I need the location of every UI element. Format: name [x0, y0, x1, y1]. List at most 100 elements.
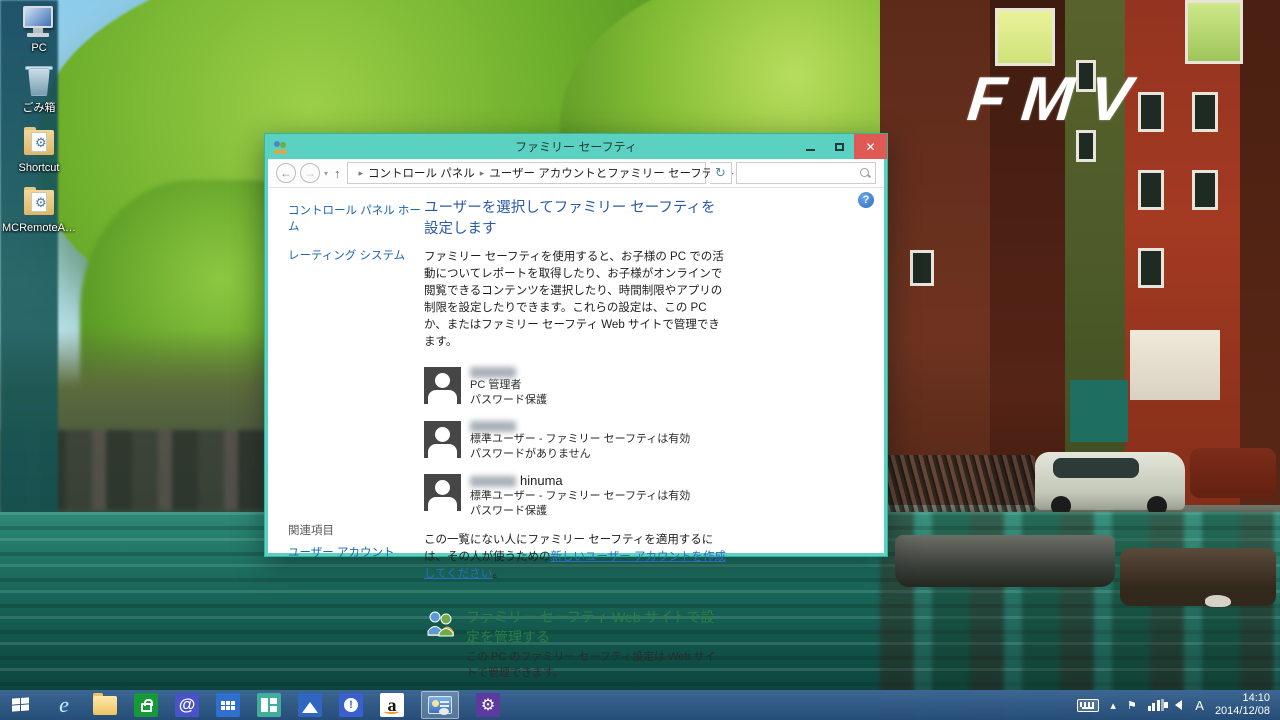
main-pane: ユーザーを選択してファミリー セーフティを設定します ファミリー セーフティを使… [424, 196, 726, 681]
user-name [470, 367, 547, 378]
amazon-icon[interactable]: a [380, 693, 404, 717]
history-dropdown-icon[interactable]: ▾ [324, 169, 328, 178]
clock[interactable]: 14:10 2014/12/08 [1215, 692, 1270, 718]
layout-icon[interactable] [257, 693, 281, 717]
house-window [1192, 92, 1218, 132]
user-password-status: パスワードがありません [470, 447, 690, 462]
windows-logo-icon [12, 697, 29, 712]
user-role: 標準ユーザー - ファミリー セーフティは有効 [470, 489, 690, 504]
window-content: ? コントロール パネル ホーム レーティング システム 関連項目 ユーザー ア… [268, 188, 884, 553]
recycle-bin-icon [19, 66, 59, 100]
clock-time: 14:10 [1215, 692, 1270, 705]
show-hidden-icons[interactable]: ▴ [1110, 699, 1116, 712]
desktop-icon-label: MCRemoteAcc... [2, 222, 76, 234]
intro-text: ファミリー セーフティを使用すると、お子様の PC での活動についてレポートを取… [424, 249, 726, 351]
car-window [1053, 458, 1139, 478]
sidebar-item-rating-system[interactable]: レーティング システム [288, 247, 423, 263]
refresh-button[interactable]: ↻ [710, 162, 732, 184]
breadcrumb-item-user-accounts[interactable]: ユーザー アカウントとファミリー セーフティ [487, 165, 726, 181]
pc-icon [19, 6, 59, 40]
search-icon[interactable] [860, 168, 870, 178]
desktop-icon-shortcut[interactable]: ⚙ Shortcut [2, 126, 76, 174]
window-controls: ✕ [796, 134, 887, 159]
website-task-heading[interactable]: ファミリー セーフティ Web サイトで設定を管理する [466, 607, 726, 647]
mail-icon[interactable]: @ [175, 693, 199, 717]
related-items-header: 関連項目 [288, 522, 394, 538]
user-role: 標準ユーザー - ファミリー セーフティは有効 [470, 432, 690, 447]
desktop-icon-label: ごみ箱 [2, 102, 76, 114]
network-icon[interactable] [1148, 699, 1165, 711]
touch-keyboard-icon[interactable] [1077, 699, 1099, 712]
window-titlebar[interactable]: ファミリー セーフティ ✕ [265, 134, 887, 159]
blurred-name [470, 367, 516, 378]
desktop-icon-recycle-bin[interactable]: ごみ箱 [2, 66, 76, 114]
taskbar: e @ ! a ⚙ ▴ ⚑ A 14:10 2014/12/08 [0, 690, 1280, 720]
house-window [1192, 170, 1218, 210]
minimize-button[interactable] [796, 134, 825, 159]
white-car [1035, 452, 1185, 510]
navigation-bar: ← → ▾ ↑ ▸ コントロール パネル ▸ ユーザー アカウントとファミリー … [268, 159, 884, 188]
internet-explorer-icon[interactable]: e [52, 693, 76, 717]
user-accounts-icon [428, 696, 452, 714]
folder-icon: ⚙ [19, 126, 59, 160]
manage-on-website-task[interactable]: ファミリー セーフティ Web サイトで設定を管理する この PC のファミリー… [424, 607, 726, 681]
user-password-status: パスワード保護 [470, 393, 547, 408]
search-input[interactable] [742, 167, 860, 179]
breadcrumb-separator: ▸ [356, 168, 367, 179]
user-row-standard[interactable]: 標準ユーザー - ファミリー セーフティは有効 パスワードがありません [424, 421, 726, 462]
user-row-admin[interactable]: PC 管理者 パスワード保護 [424, 367, 726, 408]
moored-boat [895, 535, 1115, 587]
user-row-hinuma[interactable]: hinuma 標準ユーザー - ファミリー セーフティは有効 パスワード保護 [424, 474, 726, 519]
sidebar-item-control-panel-home[interactable]: コントロール パネル ホーム [288, 202, 423, 234]
fmv-logo: FMV [964, 64, 1150, 135]
back-button[interactable]: ← [276, 163, 296, 183]
breadcrumb[interactable]: ▸ コントロール パネル ▸ ユーザー アカウントとファミリー セーフティ ▸ … [347, 162, 706, 184]
parked-bicycles [885, 455, 1035, 513]
desktop: FMV PC ごみ箱 ⚙ Shortcut ⚙ MCRemoteAcc... フ… [0, 0, 1280, 720]
store-icon[interactable] [134, 693, 158, 717]
clock-date: 2014/12/08 [1215, 705, 1270, 718]
forward-button[interactable]: → [300, 163, 320, 183]
touch-guide-icon[interactable]: ! [339, 693, 363, 717]
sidebar-item-user-accounts[interactable]: ユーザー アカウント [288, 544, 394, 560]
user-avatar-icon [424, 421, 461, 458]
action-center-flag-icon[interactable]: ⚑ [1127, 699, 1137, 712]
up-button[interactable]: ↑ [334, 166, 341, 181]
family-safety-taskbar-button[interactable] [421, 691, 459, 719]
desktop-icon-pc[interactable]: PC [2, 6, 76, 54]
desktop-icon-label: Shortcut [2, 162, 76, 174]
start-button[interactable] [0, 690, 40, 720]
related-items: 関連項目 ユーザー アカウント [288, 522, 394, 573]
house-window [910, 250, 934, 286]
user-password-status: パスワード保護 [470, 504, 690, 519]
user-avatar-icon [424, 367, 461, 404]
taskbar-pinned-icons: e @ ! a ⚙ [52, 691, 500, 719]
user-name: hinuma [470, 474, 690, 489]
close-button[interactable]: ✕ [854, 134, 887, 159]
blurred-name [470, 421, 516, 432]
breadcrumb-item-control-panel[interactable]: コントロール パネル [366, 165, 477, 181]
user-role: PC 管理者 [470, 378, 547, 393]
maximize-button[interactable] [825, 134, 854, 159]
sidebar: コントロール パネル ホーム レーティング システム 関連項目 ユーザー アカウ… [288, 202, 423, 548]
house-window [995, 8, 1055, 66]
user-name [470, 421, 690, 432]
settings-icon[interactable]: ⚙ [476, 693, 500, 717]
photos-icon[interactable] [298, 693, 322, 717]
house-window [1138, 248, 1164, 288]
help-icon[interactable]: ? [858, 192, 874, 208]
house-window [1185, 0, 1243, 64]
family-safety-window: ファミリー セーフティ ✕ ← → ▾ ↑ ▸ コントロール パネル [264, 133, 888, 557]
desktop-icon-mcremoteacc[interactable]: ⚙ MCRemoteAcc... [2, 186, 76, 234]
search-box[interactable] [736, 162, 876, 184]
create-account-note: この一覧にない人にファミリー セーフティを適用するには、その人が使うための新しい… [424, 532, 726, 583]
desktop-icons: PC ごみ箱 ⚙ Shortcut ⚙ MCRemoteAcc... [2, 6, 76, 246]
ime-indicator[interactable]: A [1195, 698, 1204, 713]
red-car [1190, 448, 1276, 498]
house-window [1138, 170, 1164, 210]
volume-icon[interactable] [1175, 700, 1182, 710]
file-explorer-icon[interactable] [93, 693, 117, 717]
apps-menu-icon[interactable] [216, 693, 240, 717]
breadcrumb-separator: ▸ [477, 168, 488, 179]
system-tray: ▴ ⚑ A 14:10 2014/12/08 [1077, 692, 1280, 718]
